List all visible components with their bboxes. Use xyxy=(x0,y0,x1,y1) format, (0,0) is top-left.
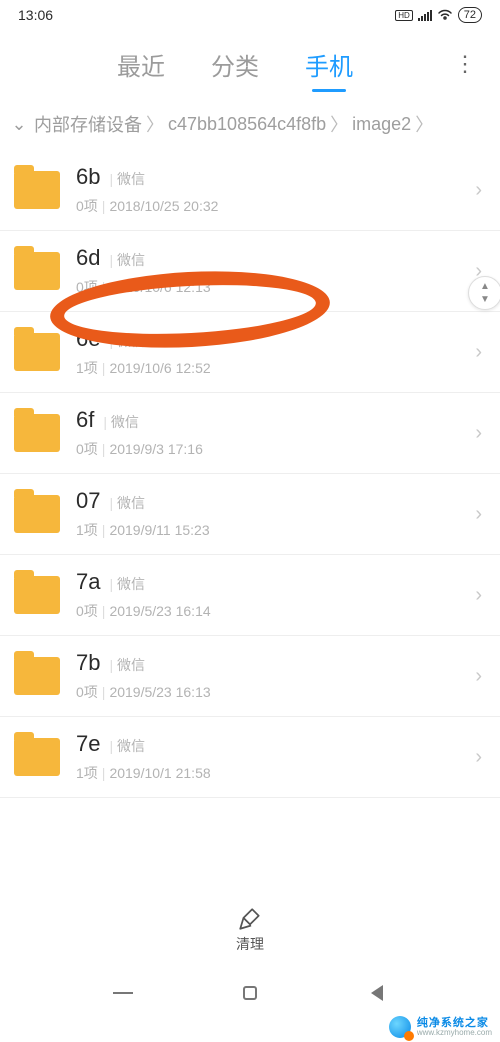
chevron-right-icon: › xyxy=(475,179,482,202)
chevron-right-icon: › xyxy=(475,584,482,607)
folder-name: 6f xyxy=(76,407,94,433)
list-item[interactable]: 7a 微信 0项|2019/5/23 16:14 › xyxy=(0,555,500,636)
folder-meta: 0项|2018/10/25 20:32 xyxy=(76,196,475,216)
folder-source: 微信 xyxy=(109,736,145,756)
list-item[interactable]: 6e 微信 1项|2019/10/6 12:52 › xyxy=(0,312,500,393)
folder-icon xyxy=(14,657,60,695)
folder-meta: 1项|2019/10/6 12:52 xyxy=(76,358,475,378)
folder-name: 7e xyxy=(76,731,100,757)
folder-list: 6b 微信 0项|2018/10/25 20:32 › 6d 微信 0项|2019/… xyxy=(0,150,500,798)
folder-meta: 1项|2019/10/1 21:58 xyxy=(76,763,475,783)
folder-icon xyxy=(14,576,60,614)
system-navbar xyxy=(0,972,500,1014)
chevron-down-icon[interactable]: ⌄ xyxy=(8,114,30,135)
back-icon[interactable] xyxy=(367,983,387,1003)
chevron-right-icon: › xyxy=(475,665,482,688)
status-bar: 13:06 HD 72 xyxy=(0,0,500,30)
watermark-logo-icon xyxy=(389,1016,411,1038)
list-item[interactable]: 6d微信 0项|2019/10/6 12:13 › xyxy=(0,231,500,312)
folder-meta: 0项|2019/10/6 12:13 xyxy=(76,277,475,297)
clock: 13:06 xyxy=(18,7,53,23)
breadcrumb-seg[interactable]: image2 xyxy=(352,114,411,135)
broom-icon xyxy=(237,906,263,932)
breadcrumb-seg[interactable]: c47bb108564c4f8fb xyxy=(168,114,326,135)
list-item[interactable]: 07 微信 1项|2019/9/11 15:23 › xyxy=(0,474,500,555)
chevron-right-icon: › xyxy=(475,503,482,526)
folder-icon xyxy=(14,171,60,209)
tab-recent[interactable]: 最近 xyxy=(113,41,169,88)
watermark-cn: 纯净系统之家 xyxy=(417,1018,492,1029)
top-tabs: 最近 分类 手机 ⋮ xyxy=(0,30,500,98)
folder-icon xyxy=(14,252,60,290)
folder-source: 微信 xyxy=(103,412,139,432)
folder-icon xyxy=(14,333,60,371)
folder-source: 微信 xyxy=(109,493,145,513)
home-icon[interactable] xyxy=(240,983,260,1003)
chevron-right-icon: › xyxy=(475,746,482,769)
folder-source: 微信 xyxy=(109,169,145,189)
tabs-center: 最近 分类 手机 xyxy=(20,41,450,88)
clean-label: 清理 xyxy=(236,934,264,954)
breadcrumb-seg[interactable]: 内部存储设备 xyxy=(34,111,142,137)
folder-meta: 0项|2019/5/23 16:13 xyxy=(76,682,475,702)
folder-meta: 0项|2019/9/3 17:16 xyxy=(76,439,475,459)
more-menu-icon[interactable]: ⋮ xyxy=(450,51,480,77)
list-item[interactable]: 6b 微信 0项|2018/10/25 20:32 › xyxy=(0,150,500,231)
chevron-right-icon: › xyxy=(475,422,482,445)
list-item[interactable]: 6f 微信 0项|2019/9/3 17:16 › xyxy=(0,393,500,474)
chevron-right-icon: 〉 xyxy=(146,111,164,137)
folder-name: 07 xyxy=(76,488,100,514)
list-item[interactable]: 7e 微信 1项|2019/10/1 21:58 › xyxy=(0,717,500,798)
folder-source: 微信 xyxy=(109,574,145,594)
folder-source: 微信 xyxy=(109,655,145,675)
tab-category[interactable]: 分类 xyxy=(207,41,263,88)
signal-icon xyxy=(418,10,432,21)
list-item[interactable]: 7b 微信 0项|2019/5/23 16:13 › xyxy=(0,636,500,717)
folder-meta: 1项|2019/9/11 15:23 xyxy=(76,520,475,540)
clean-button[interactable]: 清理 xyxy=(0,888,500,972)
tab-phone[interactable]: 手机 xyxy=(301,41,357,88)
folder-name: 6b xyxy=(76,164,100,190)
fast-scroll-handle[interactable]: ▲▼ xyxy=(468,276,500,310)
chevron-right-icon: › xyxy=(475,341,482,364)
breadcrumb[interactable]: ⌄ 内部存储设备 〉 c47bb108564c4f8fb 〉 image2 〉 xyxy=(0,98,500,150)
chevron-right-icon: 〉 xyxy=(330,111,348,137)
folder-icon xyxy=(14,738,60,776)
folder-name: 6e xyxy=(76,326,100,352)
folder-icon xyxy=(14,495,60,533)
watermark: 纯净系统之家 www.kzmyhome.com xyxy=(389,1016,492,1038)
watermark-en: www.kzmyhome.com xyxy=(417,1029,492,1037)
folder-meta: 0项|2019/5/23 16:14 xyxy=(76,601,475,621)
folder-source: 微信 xyxy=(109,250,145,270)
folder-name: 7a xyxy=(76,569,100,595)
chevron-right-icon: 〉 xyxy=(415,111,433,137)
folder-icon xyxy=(14,414,60,452)
recents-icon[interactable] xyxy=(113,983,133,1003)
hd-icon: HD xyxy=(395,10,413,21)
folder-name: 6d xyxy=(76,245,100,271)
folder-source: 微信 xyxy=(109,331,145,351)
battery-icon: 72 xyxy=(458,7,482,23)
folder-name: 7b xyxy=(76,650,100,676)
wifi-icon xyxy=(437,7,453,23)
